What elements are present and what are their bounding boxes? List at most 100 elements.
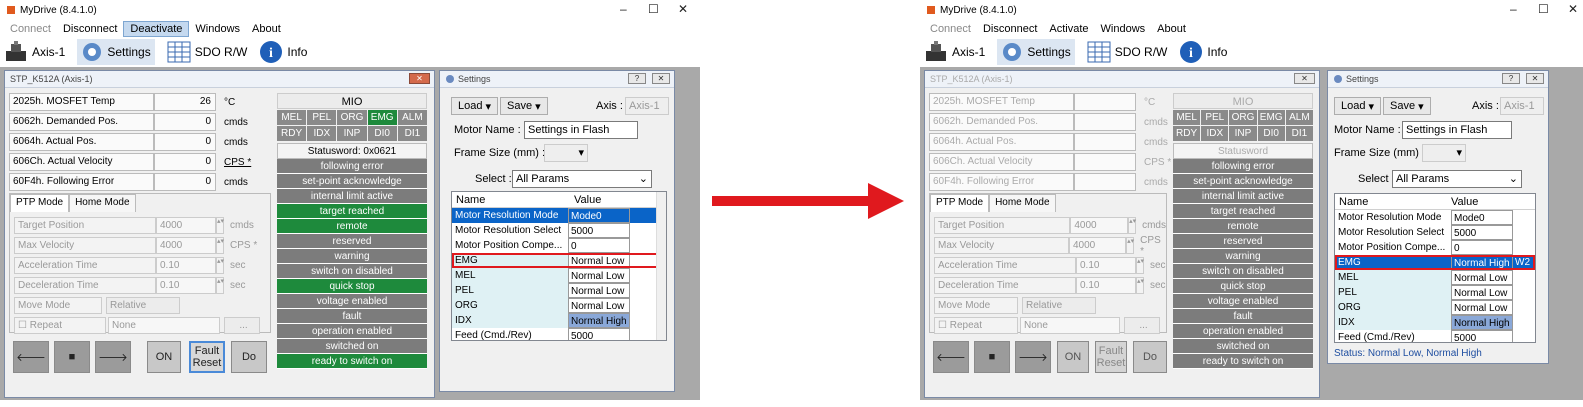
grid-cell-value[interactable]: 5000 xyxy=(568,223,630,238)
menu-disconnect[interactable]: Disconnect xyxy=(57,22,123,36)
grid-cell-value[interactable]: Normal High xyxy=(1451,315,1513,330)
grid-row[interactable]: Feed (Cmd./Rev) 5000 xyxy=(452,328,666,340)
grid-row[interactable]: MEL Normal Low xyxy=(452,268,666,283)
settings-close-icon[interactable]: ✕ xyxy=(1526,73,1544,84)
select-dropdown[interactable]: All Params ⌄ xyxy=(512,170,652,188)
stop-button[interactable]: ■ xyxy=(54,341,90,373)
tab-ptp-mode[interactable]: PTP Mode xyxy=(10,194,70,212)
spinner[interactable]: ▴▾ xyxy=(1128,217,1136,234)
move-mode-select[interactable]: Relative xyxy=(106,297,180,314)
jog-right-button[interactable]: 🡒 xyxy=(1015,341,1051,373)
grid-row[interactable]: ORG Normal Low xyxy=(1335,300,1535,315)
help-icon[interactable]: ? xyxy=(1502,73,1520,84)
motor-name-input[interactable]: Settings in Flash xyxy=(1402,121,1512,139)
do-button[interactable]: Do xyxy=(231,341,267,373)
spinner[interactable]: ▴▾ xyxy=(216,257,224,274)
menu-connect[interactable]: Connect xyxy=(4,22,57,36)
ptp-field-input[interactable]: 4000 xyxy=(1068,237,1127,254)
spinner[interactable]: ▴▾ xyxy=(216,277,224,294)
on-button[interactable]: ON xyxy=(1057,341,1089,373)
frame-size-select[interactable]: ▾ xyxy=(544,144,588,162)
param-unit[interactable]: CPS * xyxy=(216,157,251,168)
tab-home-mode[interactable]: Home Mode xyxy=(69,194,136,212)
do-button[interactable]: Do xyxy=(1133,341,1167,373)
stop-button[interactable]: ■ xyxy=(974,341,1010,373)
grid-row[interactable]: ORG Normal Low xyxy=(452,298,666,313)
grid-cell-value[interactable]: Normal High xyxy=(1451,255,1513,270)
axis-window-close-icon[interactable]: ✕ xyxy=(409,73,430,84)
select-dropdown[interactable]: All Params ⌄ xyxy=(1392,170,1522,188)
maximize-icon[interactable]: ☐ xyxy=(648,2,659,16)
grid-cell-value[interactable]: Mode0 xyxy=(1451,210,1513,225)
grid-cell-value[interactable]: Normal Low xyxy=(568,283,630,298)
help-icon[interactable]: ? xyxy=(628,73,646,84)
spinner[interactable]: ▴▾ xyxy=(1126,237,1134,254)
frame-size-select[interactable]: ▾ xyxy=(1422,144,1466,162)
grid-row[interactable]: MEL Normal Low xyxy=(1335,270,1535,285)
grid-cell-value[interactable]: Normal Low xyxy=(1451,300,1513,315)
menu-about[interactable]: About xyxy=(246,22,287,36)
repeat-more-button[interactable]: ... xyxy=(224,317,260,334)
motor-name-input[interactable]: Settings in Flash xyxy=(524,121,638,139)
repeat-input[interactable]: None xyxy=(108,317,220,334)
jog-right-button[interactable]: 🡒 xyxy=(95,341,131,373)
spinner[interactable]: ▴▾ xyxy=(216,217,224,234)
ptp-field-input[interactable]: 0.10 xyxy=(156,277,216,294)
grid-row[interactable]: EMG Normal Low xyxy=(452,253,666,268)
axis-select[interactable]: Axis-1 xyxy=(625,97,669,115)
ptp-field-input[interactable]: 0.10 xyxy=(156,257,216,274)
sdo-button[interactable]: SDO R/W xyxy=(1087,41,1167,63)
grid-row[interactable]: PEL Normal Low xyxy=(1335,285,1535,300)
load-button[interactable]: Load ▾ xyxy=(451,97,499,115)
ptp-field-input[interactable]: 0.10 xyxy=(1076,277,1136,294)
repeat-input[interactable]: None xyxy=(1020,317,1120,334)
grid-row[interactable]: IDX Normal High xyxy=(1335,315,1535,330)
close-icon[interactable]: ✕ xyxy=(1568,2,1578,16)
grid-cell-value[interactable]: 0 xyxy=(568,238,630,253)
load-button[interactable]: Load ▾ xyxy=(1334,97,1382,115)
grid-row[interactable]: Motor Position Compe... 0 xyxy=(452,238,666,253)
grid-row[interactable]: Feed (Cmd./Rev) 5000 xyxy=(1335,330,1535,342)
grid-row[interactable]: Motor Resolution Mode Mode0 xyxy=(452,208,666,223)
minimize-icon[interactable]: – xyxy=(620,2,627,16)
spinner[interactable]: ▴▾ xyxy=(1136,277,1144,294)
info-button[interactable]: i Info xyxy=(259,40,307,64)
tab-home-mode[interactable]: Home Mode xyxy=(989,194,1056,212)
grid-cell-value[interactable]: 0 xyxy=(1451,240,1513,255)
grid-row[interactable]: Motor Position Compe... 0 xyxy=(1335,240,1535,255)
settings-button[interactable]: Settings xyxy=(77,39,155,65)
menu-about[interactable]: About xyxy=(1151,22,1192,36)
repeat-checkbox[interactable]: ☐ Repeat xyxy=(934,317,1018,334)
axis-select[interactable]: Axis-1 xyxy=(1500,97,1544,115)
spinner[interactable]: ▴▾ xyxy=(216,237,224,254)
jog-left-button[interactable]: 🡐 xyxy=(933,341,969,373)
ptp-field-input[interactable]: 0.10 xyxy=(1076,257,1136,274)
move-mode-select[interactable]: Relative xyxy=(1022,297,1096,314)
menu-deactivate[interactable]: Deactivate xyxy=(123,20,190,37)
menu-activate[interactable]: Activate xyxy=(1043,22,1094,36)
grid-cell-value[interactable]: Normal Low xyxy=(568,298,630,313)
grid-cell-value[interactable]: Normal Low xyxy=(568,268,630,283)
grid-cell-value[interactable]: Normal Low xyxy=(1451,285,1513,300)
ptp-field-input[interactable]: 4000 xyxy=(156,217,216,234)
settings-button[interactable]: Settings xyxy=(997,39,1075,65)
spinner[interactable]: ▴▾ xyxy=(1136,257,1144,274)
grid-row[interactable]: EMG Normal High W2 xyxy=(1335,255,1535,270)
grid-row[interactable]: Motor Resolution Select 5000 xyxy=(452,223,666,238)
jog-left-button[interactable]: 🡐 xyxy=(13,341,49,373)
save-button[interactable]: Save ▾ xyxy=(1383,97,1431,115)
axis-window-close-icon[interactable]: ✕ xyxy=(1294,73,1315,84)
grid-cell-value[interactable]: Normal Low xyxy=(568,253,630,268)
tab-ptp-mode[interactable]: PTP Mode xyxy=(930,194,990,212)
minimize-icon[interactable]: – xyxy=(1510,2,1517,16)
grid-scrollbar[interactable] xyxy=(656,192,666,340)
grid-cell-value[interactable]: Normal Low xyxy=(1451,270,1513,285)
grid-cell-value[interactable]: 5000 xyxy=(568,328,630,340)
sdo-button[interactable]: SDO R/W xyxy=(167,41,247,63)
menu-windows[interactable]: Windows xyxy=(1095,22,1152,36)
axis-button[interactable]: Axis-1 xyxy=(4,41,65,63)
grid-row[interactable]: IDX Normal High xyxy=(452,313,666,328)
maximize-icon[interactable]: ☐ xyxy=(1538,2,1549,16)
settings-close-icon[interactable]: ✕ xyxy=(652,73,670,84)
grid-cell-value[interactable]: 5000 xyxy=(1451,225,1513,240)
